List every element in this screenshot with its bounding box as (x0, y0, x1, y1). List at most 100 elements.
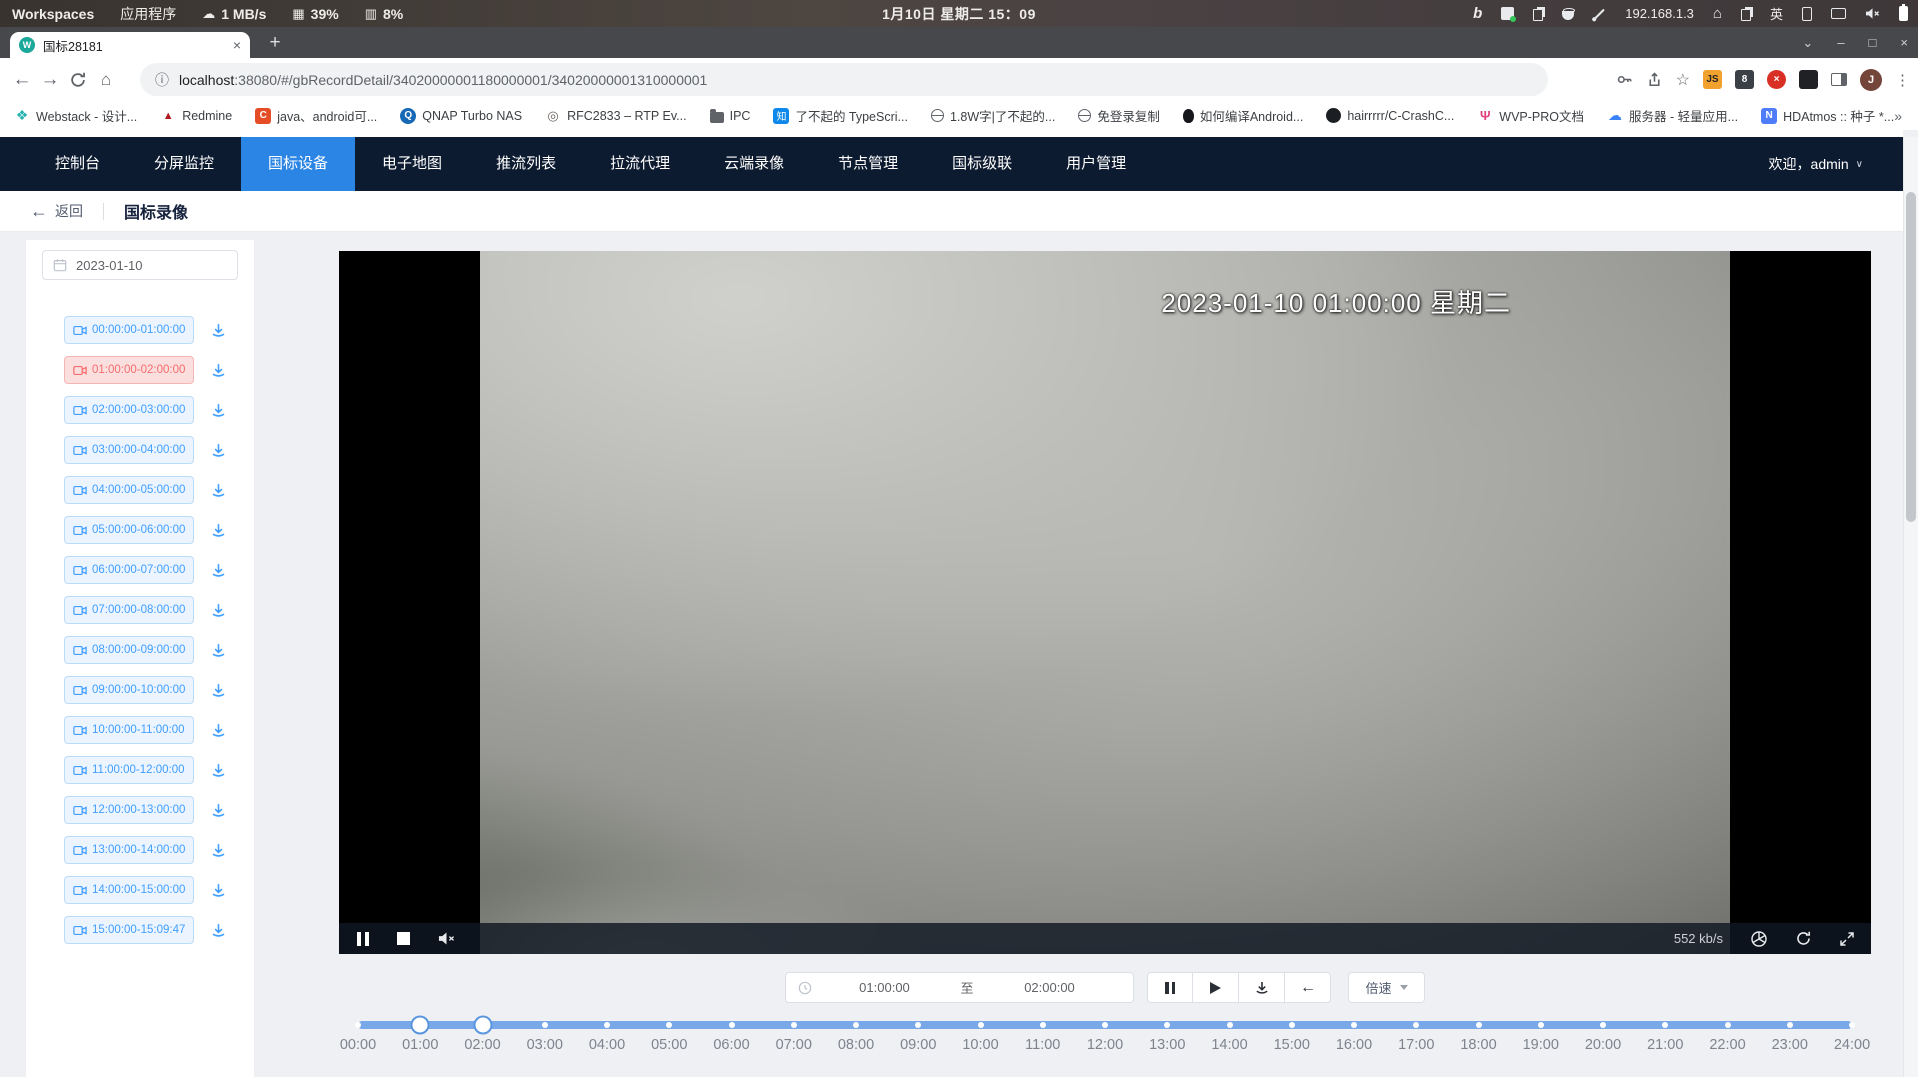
nav-item-0[interactable]: 控制台 (28, 137, 127, 191)
extension-8-icon[interactable]: 8 (1735, 70, 1754, 89)
bookmark-item[interactable]: Cjava、android可... (255, 106, 377, 125)
segment-button[interactable]: 07:00:00-08:00:00 (64, 596, 194, 624)
segment-button[interactable]: 01:00:00-02:00:00 (64, 356, 194, 384)
segment-button[interactable]: 09:00:00-10:00:00 (64, 676, 194, 704)
video-player[interactable]: 2023-01-10 01:00:00 星期二 552 kb/s (339, 251, 1871, 954)
side-panel-icon[interactable] (1831, 73, 1847, 86)
segment-download-icon[interactable] (210, 762, 227, 779)
segment-button[interactable]: 04:00:00-05:00:00 (64, 476, 194, 504)
color-picker-tray-icon[interactable] (1594, 8, 1605, 19)
reload-button[interactable] (64, 71, 92, 89)
refresh-icon[interactable] (1795, 930, 1812, 947)
ip-address[interactable]: 192.168.1.3 (1625, 6, 1694, 21)
volume-icon[interactable] (1865, 7, 1880, 20)
home-tray-icon[interactable]: ⌂ (1713, 5, 1722, 22)
browser-menu-icon[interactable]: ⋮ (1895, 71, 1910, 89)
bookmark-item[interactable]: 如何编译Android... (1183, 106, 1304, 125)
nav-item-5[interactable]: 拉流代理 (583, 137, 697, 191)
segment-button[interactable]: 11:00:00-12:00:00 (64, 756, 194, 784)
window-minimize-button[interactable]: – (1837, 35, 1844, 50)
tab-close-icon[interactable]: × (233, 38, 241, 52)
seek-back-button[interactable]: ← (1285, 972, 1331, 1003)
display-tray-icon[interactable] (1831, 8, 1846, 19)
nav-item-1[interactable]: 分屏监控 (127, 137, 241, 191)
bookmark-item[interactable]: hairrrrr/C-CrashC... (1326, 108, 1454, 123)
tab-search-icon[interactable]: ⌄ (1802, 35, 1813, 51)
segment-button[interactable]: 13:00:00-14:00:00 (64, 836, 194, 864)
start-time-input[interactable]: 01:00:00 (812, 980, 956, 995)
bing-tray-icon[interactable]: b (1473, 5, 1482, 22)
extension-dark-icon[interactable] (1799, 70, 1818, 89)
nav-item-6[interactable]: 云端录像 (697, 137, 811, 191)
nav-item-7[interactable]: 节点管理 (811, 137, 925, 191)
battery-icon[interactable] (1899, 6, 1908, 21)
address-bar[interactable]: ⓘ localhost:38080/#/gbRecordDetail/34020… (140, 63, 1548, 96)
back-button[interactable]: ← (8, 69, 36, 91)
segment-download-icon[interactable] (210, 922, 227, 939)
segment-download-icon[interactable] (210, 322, 227, 339)
time-range-picker[interactable]: 01:00:00 至 02:00:00 (785, 972, 1134, 1003)
beverage-tray-icon[interactable] (1562, 11, 1574, 20)
segment-download-icon[interactable] (210, 802, 227, 819)
segment-download-icon[interactable] (210, 602, 227, 619)
nav-item-3[interactable]: 电子地图 (355, 137, 469, 191)
segment-download-icon[interactable] (210, 882, 227, 899)
nav-item-4[interactable]: 推流列表 (469, 137, 583, 191)
scrollbar-thumb[interactable] (1906, 192, 1916, 522)
pause-button[interactable] (1147, 972, 1193, 1003)
bookmark-item[interactable]: ❖Webstack - 设计... (14, 106, 137, 125)
player-pause-icon[interactable] (357, 932, 369, 946)
workspaces-tray-icon[interactable] (1741, 9, 1751, 21)
bookmark-item[interactable]: ☁服务器 - 轻量应用... (1607, 106, 1738, 125)
segment-download-icon[interactable] (210, 362, 227, 379)
player-stop-icon[interactable] (397, 932, 410, 945)
segment-button[interactable]: 06:00:00-07:00:00 (64, 556, 194, 584)
window-close-button[interactable]: × (1900, 35, 1908, 50)
page-scrollbar[interactable] (1903, 137, 1918, 1077)
workspaces-menu[interactable]: Workspaces (12, 6, 94, 22)
timeline-handle-end[interactable] (473, 1016, 492, 1035)
extension-js-icon[interactable]: JS (1703, 70, 1722, 89)
clock[interactable]: 1月10日 星期二 15：09 (882, 4, 1036, 24)
profile-avatar[interactable]: J (1860, 69, 1882, 91)
window-maximize-button[interactable]: □ (1869, 35, 1877, 50)
segment-download-icon[interactable] (210, 522, 227, 539)
fullscreen-icon[interactable] (1839, 931, 1855, 947)
segment-button[interactable]: 00:00:00-01:00:00 (64, 316, 194, 344)
segment-download-icon[interactable] (210, 722, 227, 739)
phone-tray-icon[interactable] (1802, 7, 1812, 21)
segment-button[interactable]: 10:00:00-11:00:00 (64, 716, 194, 744)
segment-download-icon[interactable] (210, 682, 227, 699)
segment-download-icon[interactable] (210, 442, 227, 459)
segment-button[interactable]: 05:00:00-06:00:00 (64, 516, 194, 544)
back-link[interactable]: ← 返回 (30, 201, 83, 221)
end-time-input[interactable]: 02:00:00 (978, 980, 1122, 995)
bookmark-item[interactable]: 免登录复制 (1078, 106, 1160, 125)
snapshot-icon[interactable] (1750, 930, 1768, 948)
segment-download-icon[interactable] (210, 842, 227, 859)
segment-button[interactable]: 03:00:00-04:00:00 (64, 436, 194, 464)
input-language-indicator[interactable]: 英 (1770, 4, 1783, 23)
site-info-icon[interactable]: ⓘ (155, 70, 169, 90)
segment-button[interactable]: 08:00:00-09:00:00 (64, 636, 194, 664)
bookmark-item[interactable]: ◎RFC2833 – RTP Ev... (545, 108, 687, 124)
segment-button[interactable]: 12:00:00-13:00:00 (64, 796, 194, 824)
nav-item-2[interactable]: 国标设备 (241, 137, 355, 191)
bookmark-item[interactable]: IPC (710, 109, 751, 123)
bookmark-star-icon[interactable]: ☆ (1676, 70, 1690, 90)
home-button[interactable]: ⌂ (92, 70, 120, 90)
segment-download-icon[interactable] (210, 642, 227, 659)
notes-tray-icon[interactable] (1501, 7, 1514, 20)
share-icon[interactable] (1646, 71, 1663, 88)
segment-button[interactable]: 02:00:00-03:00:00 (64, 396, 194, 424)
download-button[interactable] (1239, 972, 1285, 1003)
nav-item-8[interactable]: 国标级联 (925, 137, 1039, 191)
browser-tab[interactable]: W 国标28181 × (10, 32, 250, 58)
bookmark-item[interactable]: NHDAtmos :: 种子 *... (1761, 106, 1894, 125)
nav-item-9[interactable]: 用户管理 (1039, 137, 1153, 191)
segment-download-icon[interactable] (210, 562, 227, 579)
new-tab-button[interactable]: + (262, 30, 288, 56)
play-button[interactable] (1193, 972, 1239, 1003)
forward-button[interactable]: → (36, 69, 64, 91)
segment-button[interactable]: 14:00:00-15:00:00 (64, 876, 194, 904)
